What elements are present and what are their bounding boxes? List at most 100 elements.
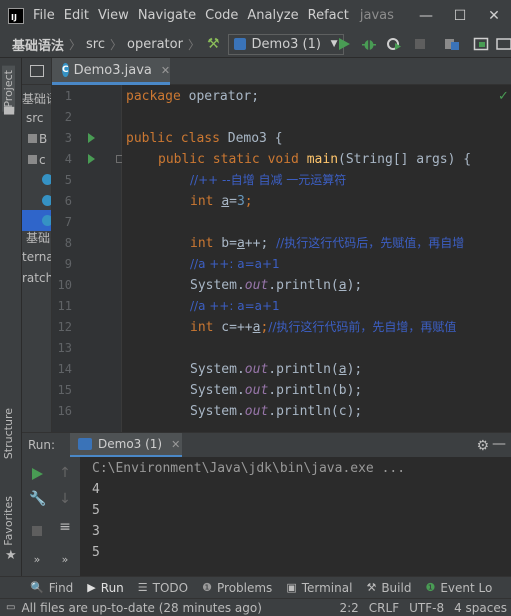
status-panel-icon[interactable]: ▭ bbox=[6, 602, 15, 613]
close-tab-icon[interactable]: ✕ bbox=[161, 64, 170, 77]
menu-edit[interactable]: Edit bbox=[64, 8, 89, 23]
more-chevron-icon[interactable]: » bbox=[29, 553, 45, 566]
breadcrumb-project[interactable]: 基础语法 bbox=[12, 35, 64, 54]
status-message[interactable]: All files are up-to-date (28 minutes ago… bbox=[21, 601, 261, 615]
project-view-icon[interactable] bbox=[30, 65, 44, 77]
code-line-12: int c=++a;//执行这行代码前，先自增，再赋值 bbox=[190, 320, 457, 335]
chevron-right-icon: 〉 bbox=[69, 37, 82, 52]
todo-tab[interactable]: ☰ TODO bbox=[138, 581, 188, 595]
console-line: 4 bbox=[92, 482, 100, 497]
console-line: 5 bbox=[92, 503, 100, 518]
editor-tab-label: Demo3.java bbox=[73, 62, 152, 78]
console-line: 5 bbox=[92, 545, 100, 560]
coverage-icon[interactable] bbox=[386, 36, 402, 52]
run-play-icon[interactable] bbox=[336, 36, 352, 52]
play-icon: ▶ bbox=[87, 581, 96, 594]
problems-tab[interactable]: ❶ Problems bbox=[202, 581, 272, 595]
editor-gutter[interactable]: 1 2 3 4 5 6 7 8 9 10 11 12 13 14 15 16 bbox=[52, 85, 122, 432]
run-toolbar: ↑ 🔧 ↓ ≡ » » bbox=[22, 457, 80, 592]
minimize-window-button[interactable]: — bbox=[409, 8, 443, 24]
menu-bar: IJ File Edit View Navigate Code Analyze … bbox=[0, 0, 511, 31]
code-editor[interactable]: package operator; public class Demo3 { p… bbox=[122, 85, 511, 432]
class-file-icon[interactable] bbox=[42, 195, 51, 209]
stop-icon[interactable] bbox=[29, 523, 45, 539]
minimize-panel-icon[interactable]: — bbox=[492, 436, 506, 452]
menu-analyze[interactable]: Analyze bbox=[247, 8, 298, 23]
menu-view[interactable]: View bbox=[98, 8, 129, 23]
java-class-icon: C bbox=[62, 63, 69, 77]
line-number: 1 bbox=[64, 89, 72, 103]
find-tab[interactable]: 🔍 Find bbox=[30, 581, 73, 595]
layout-icon[interactable] bbox=[473, 36, 489, 52]
file-encoding[interactable]: UTF-8 bbox=[409, 601, 444, 615]
line-number: 10 bbox=[57, 278, 72, 292]
console-line: 3 bbox=[92, 524, 100, 539]
run-tab[interactable]: ▶ Run bbox=[87, 581, 123, 595]
project-tool-tab[interactable]: Project bbox=[2, 66, 15, 112]
folder-icon: ▀ bbox=[4, 108, 14, 123]
wrench-icon[interactable]: 🔧 bbox=[29, 491, 46, 507]
main-menu: File Edit View Navigate Code Analyze Ref… bbox=[33, 8, 358, 23]
line-number: 12 bbox=[57, 320, 72, 334]
code-line-3: public class Demo3 { bbox=[126, 131, 283, 146]
window-controls: — ☐ ✕ bbox=[409, 0, 511, 31]
event-log-tab[interactable]: ❶ Event Lo bbox=[425, 581, 492, 595]
project-structure-icon[interactable] bbox=[444, 36, 460, 52]
run-main-gutter-icon[interactable] bbox=[88, 154, 95, 164]
indent-setting[interactable]: 4 spaces bbox=[454, 601, 507, 615]
navigation-bar: 基础语法 〉 src 〉 operator 〉 ⚒ Demo3 (1) ▼ bbox=[0, 31, 511, 58]
tree-item-external[interactable]: terna bbox=[22, 250, 51, 264]
console-output[interactable]: C:\Environment\Java\jdk\bin\java.exe ...… bbox=[80, 457, 511, 592]
structure-tool-tab[interactable]: Structure bbox=[2, 408, 15, 459]
code-line-9: //a ++: a=a+1 bbox=[190, 257, 280, 271]
line-number: 14 bbox=[57, 362, 72, 376]
soft-wrap-icon[interactable]: ≡ bbox=[57, 519, 73, 535]
tree-item-selected[interactable] bbox=[22, 210, 51, 231]
line-number: 6 bbox=[64, 194, 72, 208]
menu-navigate[interactable]: Navigate bbox=[138, 8, 196, 23]
code-line-11: //a ++: a=a+1 bbox=[190, 299, 280, 313]
class-file-icon[interactable] bbox=[42, 174, 51, 188]
terminal-tab[interactable]: ▣ Terminal bbox=[286, 581, 352, 595]
code-line-14: System.out.println(a); bbox=[190, 362, 363, 377]
arrow-up-icon[interactable]: ↑ bbox=[57, 465, 73, 481]
caret-position[interactable]: 2:2 bbox=[339, 601, 358, 615]
line-number: 15 bbox=[57, 383, 72, 397]
arrow-down-icon[interactable]: ↓ bbox=[57, 491, 73, 507]
build-tab[interactable]: ⚒ Build bbox=[366, 581, 411, 595]
tree-item-scratches[interactable]: ratch bbox=[22, 271, 51, 285]
menu-file[interactable]: File bbox=[33, 8, 55, 23]
editor-tab-demo3[interactable]: C Demo3.java ✕ bbox=[52, 58, 170, 85]
tree-item-project[interactable]: 基础语法 bbox=[22, 90, 51, 107]
maximize-window-button[interactable]: ☐ bbox=[443, 8, 477, 24]
gear-icon[interactable]: ⚙ bbox=[476, 438, 489, 454]
run-tab-demo3[interactable]: Demo3 (1) ✕ bbox=[70, 433, 182, 458]
tree-item-c[interactable]: c bbox=[28, 153, 46, 167]
search-everywhere-icon[interactable] bbox=[496, 36, 511, 52]
code-line-1: package operator; bbox=[126, 89, 260, 104]
rerun-icon[interactable] bbox=[29, 466, 45, 482]
close-window-button[interactable]: ✕ bbox=[477, 8, 511, 24]
tree-item-basics[interactable]: 基础 bbox=[26, 229, 50, 246]
tree-item-src[interactable]: src bbox=[26, 111, 44, 125]
run-class-gutter-icon[interactable] bbox=[88, 133, 95, 143]
code-line-10: System.out.println(a); bbox=[190, 278, 363, 293]
stop-icon[interactable] bbox=[412, 36, 428, 52]
run-configuration-select[interactable]: Demo3 (1) ▼ bbox=[227, 33, 344, 55]
menu-code[interactable]: Code bbox=[205, 8, 238, 23]
favorites-tool-tab[interactable]: Favorites bbox=[2, 496, 15, 546]
project-panel: 基础语法 src B c 基础 terna ratch bbox=[22, 58, 52, 432]
inspection-ok-icon[interactable]: ✓ bbox=[498, 89, 509, 104]
menu-refactor[interactable]: Refact bbox=[308, 8, 349, 23]
tree-item-b[interactable]: B bbox=[28, 132, 47, 146]
run-panel-header: Run: Demo3 (1) ✕ ⚙ — bbox=[22, 432, 511, 458]
line-separator[interactable]: CRLF bbox=[369, 601, 399, 615]
chevron-right-icon: 〉 bbox=[110, 37, 123, 52]
left-tool-stripe: Project ▀ Structure Favorites ★ bbox=[0, 58, 22, 592]
debug-bug-icon[interactable] bbox=[361, 36, 377, 52]
breadcrumb-src[interactable]: src bbox=[86, 37, 105, 52]
breadcrumb-package[interactable]: operator bbox=[127, 37, 183, 52]
hammer-build-icon[interactable]: ⚒ bbox=[207, 36, 220, 52]
more-chevron-icon[interactable]: » bbox=[57, 553, 73, 566]
close-tab-icon[interactable]: ✕ bbox=[171, 438, 180, 451]
